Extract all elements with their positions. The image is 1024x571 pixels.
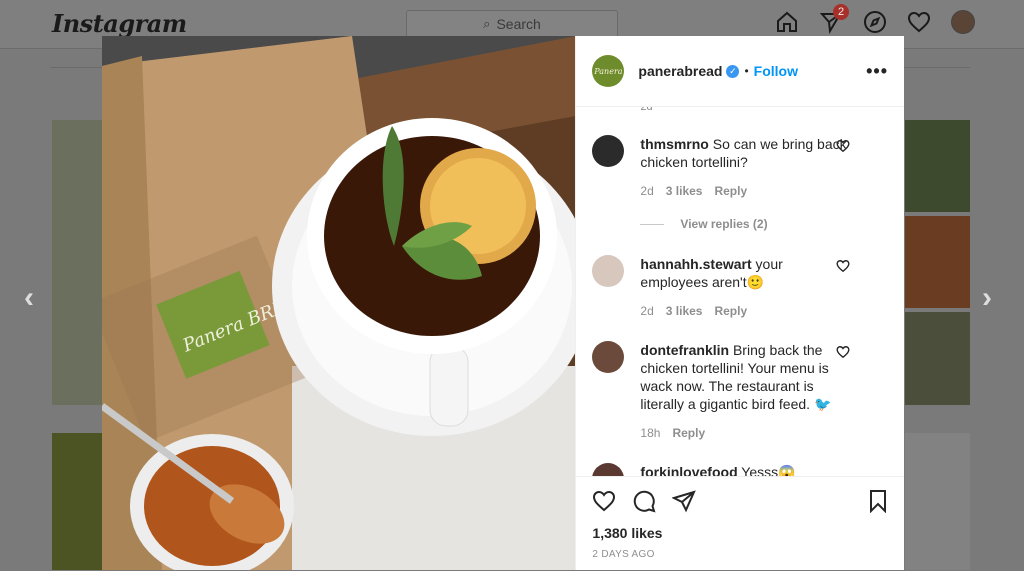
comment-like-heart-icon[interactable] (836, 259, 850, 273)
comment-likes[interactable]: 3 likes (666, 304, 703, 318)
search-box[interactable]: ⌕ Search (406, 10, 618, 38)
background-thumbnail (905, 216, 970, 308)
comment-username[interactable]: forkinlovefood (640, 464, 737, 476)
commenter-avatar[interactable] (592, 341, 625, 373)
view-replies-label: View replies (2) (680, 217, 768, 231)
profile-avatar[interactable] (951, 10, 975, 34)
direct-messages-icon[interactable]: 2 (819, 4, 849, 35)
post-image[interactable]: Panera BREAD (102, 36, 576, 570)
background-thumbnail (905, 312, 970, 405)
likes-count[interactable]: 1,380 likes (592, 525, 662, 541)
instagram-logo[interactable]: Instagram (52, 9, 187, 38)
search-icon: ⌕ (483, 16, 491, 31)
view-replies-button[interactable]: View replies (2) (640, 217, 768, 231)
comment-like-heart-icon[interactable] (836, 139, 850, 153)
explore-icon[interactable] (863, 10, 887, 34)
next-arrow-icon[interactable]: › (982, 283, 992, 313)
search-placeholder: Search (496, 16, 541, 32)
comment-meta: 18h Reply (640, 426, 705, 440)
post-header: Panera panerabread ✓ • Follow ••• (576, 36, 904, 107)
nav-icons: 2 (775, 4, 975, 35)
panera-avatar[interactable]: Panera (592, 55, 625, 87)
comment-username[interactable]: hannahh.stewart (640, 256, 751, 272)
comment-username[interactable]: thmsmrno (640, 136, 708, 152)
background-thumbnail (905, 120, 970, 212)
background-thumbnail (905, 433, 970, 570)
follow-button[interactable]: Follow (754, 63, 798, 79)
bookmark-icon[interactable] (866, 489, 890, 514)
post-modal: Panera BREAD Panera panerabread ✓ • Foll… (102, 36, 905, 571)
share-paper-plane-icon[interactable] (671, 489, 697, 513)
comment-list[interactable]: 2d thmsmrno So can we bring back chicken… (576, 107, 904, 476)
comment-meta: 2d 3 likes Reply (640, 184, 747, 198)
comment-likes[interactable]: 3 likes (666, 184, 703, 198)
comment-time: 18h (640, 426, 661, 440)
comment-bubble-icon[interactable] (632, 489, 656, 513)
activity-heart-icon[interactable] (907, 10, 931, 34)
post-actions: 1,380 likes 2 DAYS AGO (576, 476, 905, 571)
notification-badge: 2 (833, 4, 849, 20)
action-icons (592, 489, 697, 513)
post-timestamp[interactable]: 2 DAYS AGO (592, 549, 654, 560)
commenter-avatar[interactable] (592, 135, 625, 167)
background-thumbnail (52, 433, 102, 570)
comment-text: thmsmrno So can we bring back chicken to… (640, 135, 850, 171)
header-separator: • (744, 64, 749, 78)
comments-panel: Panera panerabread ✓ • Follow ••• 2d thm… (575, 36, 905, 571)
reply-button[interactable]: Reply (714, 184, 747, 198)
background-thumbnail (52, 120, 102, 405)
comment-text: hannahh.stewart your employees aren't🙂 (640, 255, 850, 291)
commenter-avatar[interactable] (592, 255, 625, 287)
commenter-avatar[interactable] (592, 463, 625, 476)
like-heart-icon[interactable] (592, 489, 616, 513)
verified-icon: ✓ (726, 64, 740, 78)
comment-meta: 2d 3 likes Reply (640, 304, 747, 318)
more-options-icon[interactable]: ••• (866, 61, 888, 82)
replies-line (640, 223, 665, 225)
comment-text: dontefranklin Bring back the chicken tor… (640, 341, 850, 413)
cutoff-time: 2d (640, 107, 653, 113)
previous-arrow-icon[interactable]: ‹ (24, 283, 34, 313)
comment-like-heart-icon[interactable] (836, 345, 850, 359)
comment-time: 2d (640, 184, 654, 198)
comment-username[interactable]: dontefranklin (640, 342, 729, 358)
post-username[interactable]: panerabread (638, 63, 722, 79)
tea-photo: Panera BREAD (102, 36, 576, 570)
home-icon[interactable] (775, 10, 799, 34)
comment-text: forkinlovefood Yesss😱 (640, 463, 850, 476)
comment-time: 2d (640, 304, 654, 318)
reply-button[interactable]: Reply (672, 426, 705, 440)
comment-message: Yesss😱 (737, 464, 796, 476)
reply-button[interactable]: Reply (714, 304, 747, 318)
